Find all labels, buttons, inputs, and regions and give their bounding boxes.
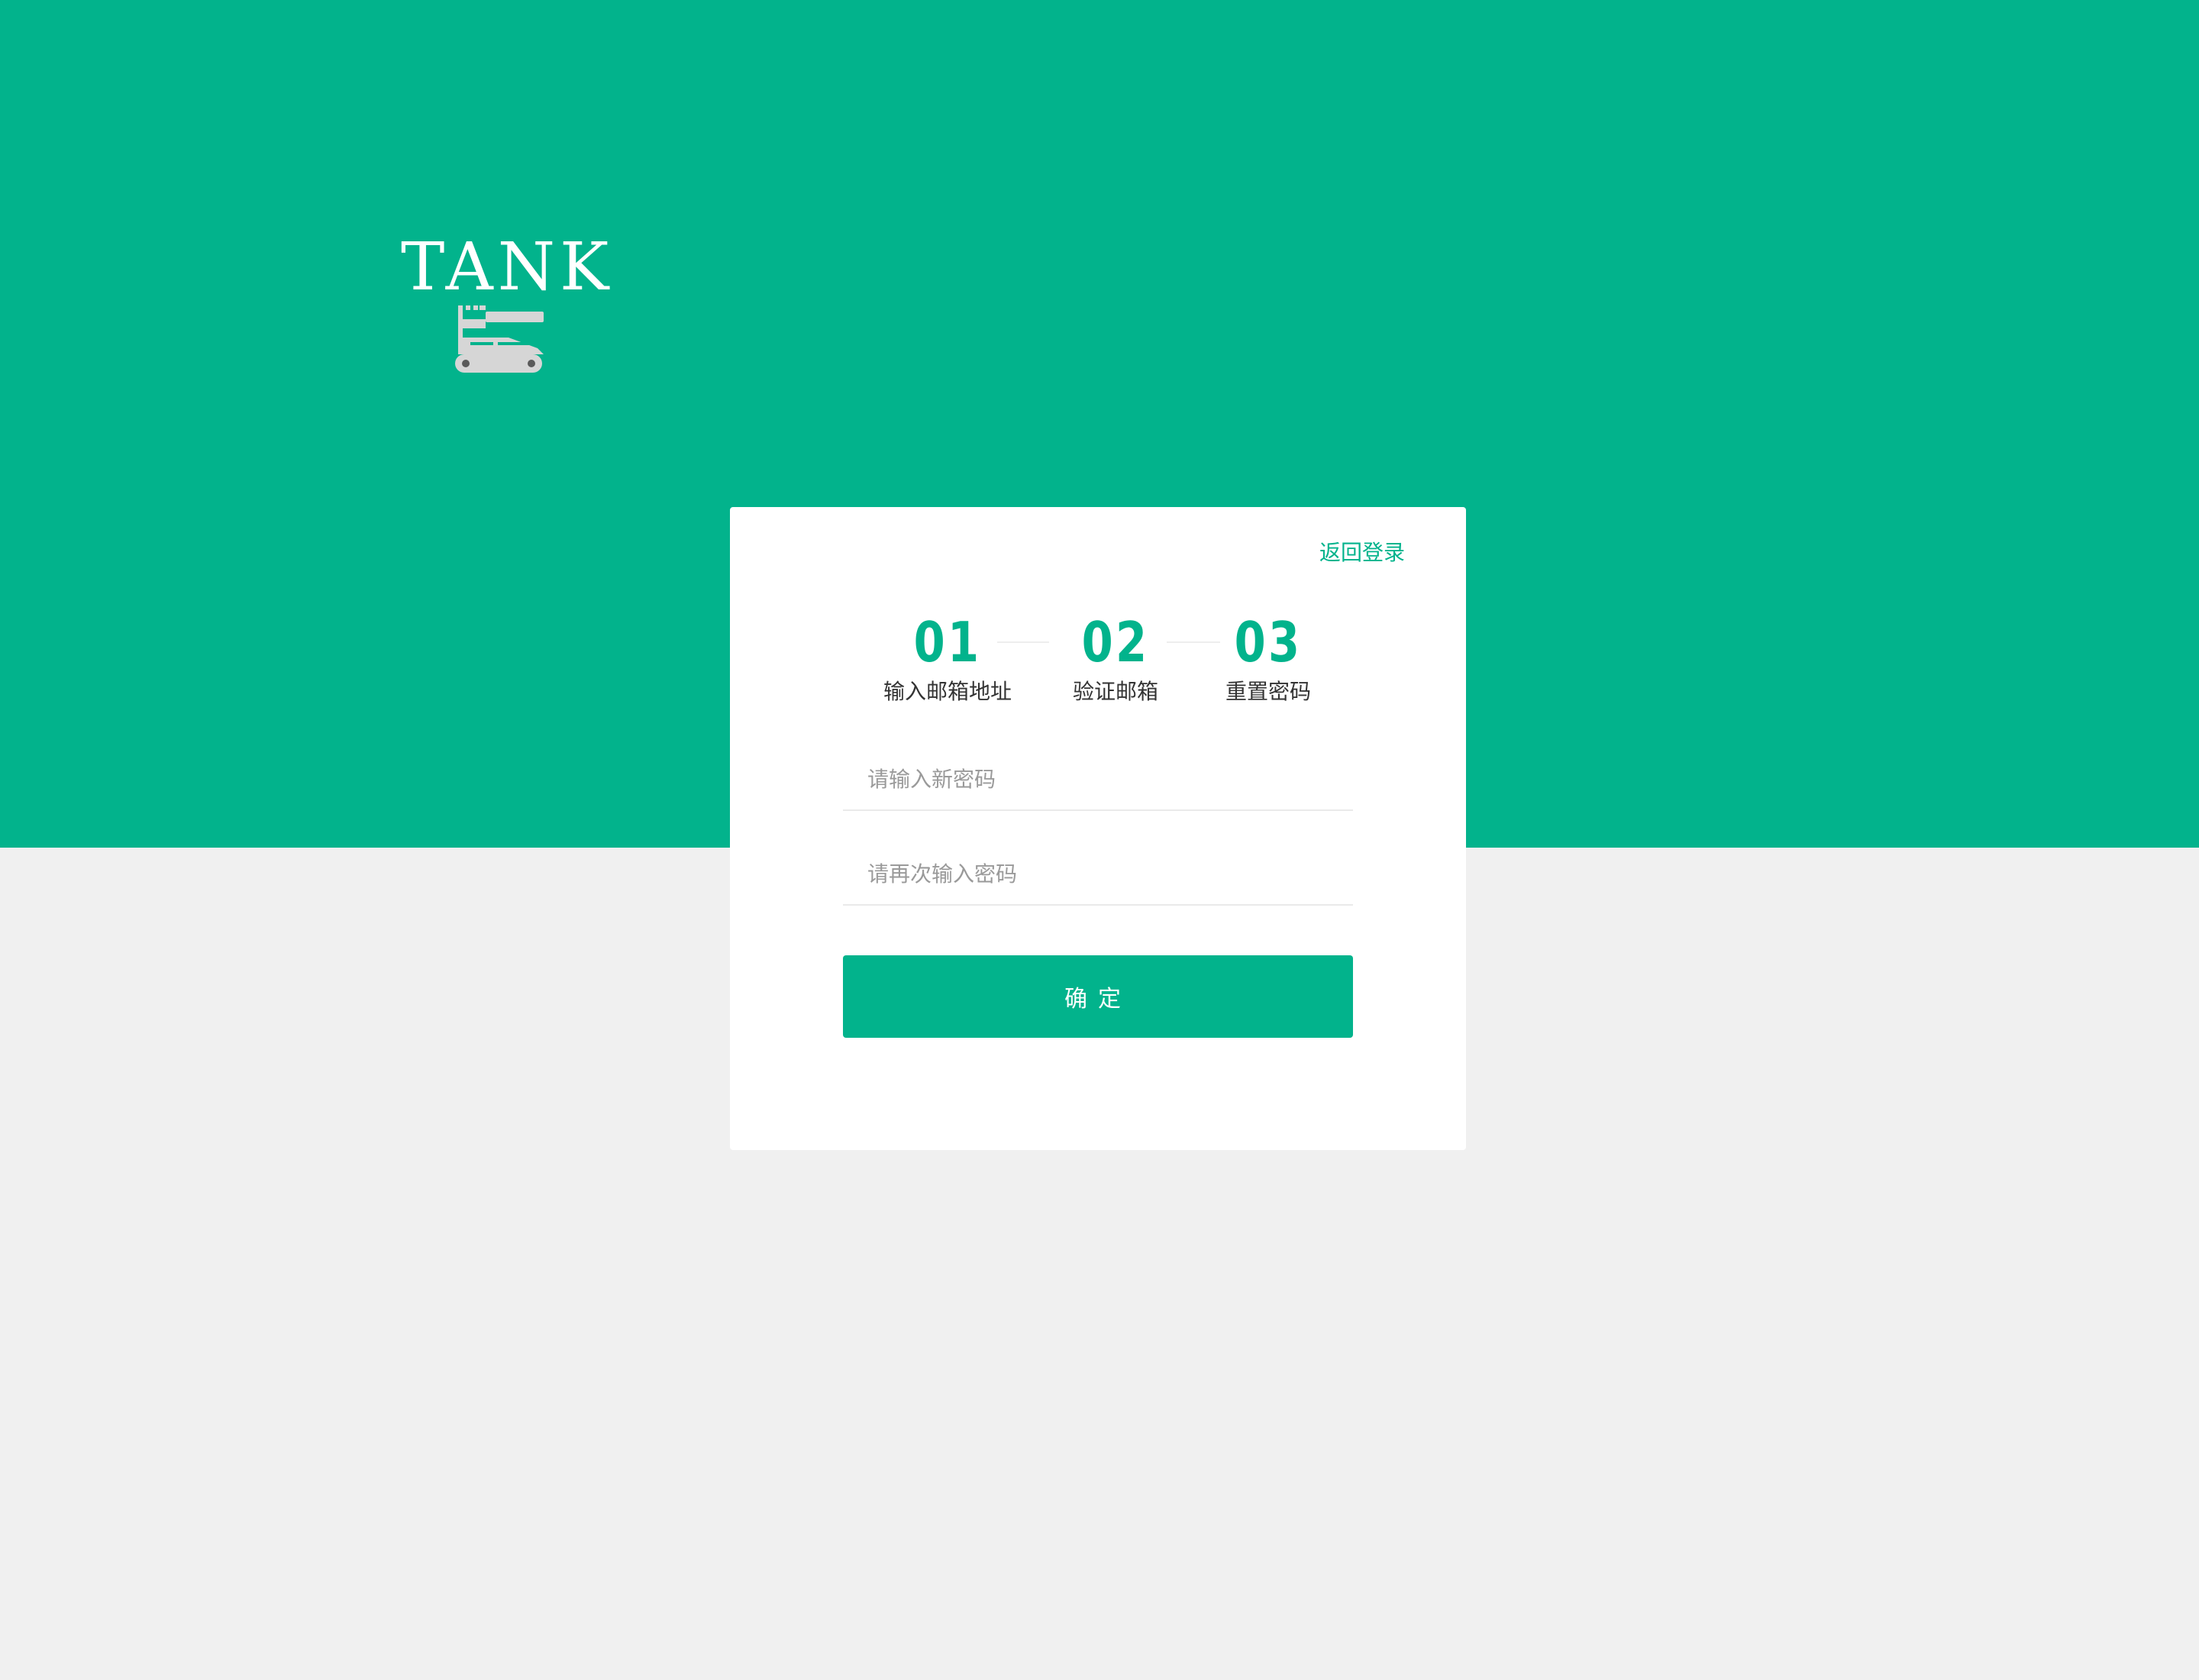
new-password-input[interactable] [843, 748, 1353, 809]
tank-icon [455, 305, 544, 373]
reset-password-page: TANK 返回登录 01 输入邮箱地址 02 验证邮箱 03 重置密码 确定 [0, 0, 2199, 1680]
step-connector [997, 641, 1049, 643]
step-connector [1167, 641, 1220, 643]
step-2-label: 验证邮箱 [1072, 679, 1158, 704]
step-3-label: 重置密码 [1225, 679, 1311, 704]
step-2: 02 验证邮箱 [1066, 612, 1165, 707]
confirm-password-input[interactable] [843, 843, 1353, 904]
brand-name: TANK [401, 229, 614, 305]
step-1-number: 01 [913, 610, 982, 674]
step-3: 03 重置密码 [1219, 612, 1318, 707]
reset-password-card: 返回登录 01 输入邮箱地址 02 验证邮箱 03 重置密码 确定 [730, 507, 1466, 1150]
step-3-number: 03 [1234, 610, 1303, 674]
back-to-login-link[interactable]: 返回登录 [1319, 538, 1405, 568]
step-1-label: 输入邮箱地址 [883, 679, 1012, 704]
confirm-button[interactable]: 确定 [843, 955, 1353, 1038]
new-password-field [843, 748, 1353, 811]
brand-logo: TANK [401, 229, 614, 382]
step-2-number: 02 [1081, 610, 1150, 674]
step-1: 01 输入邮箱地址 [875, 612, 1020, 707]
confirm-password-field [843, 843, 1353, 906]
progress-steps: 01 输入邮箱地址 02 验证邮箱 03 重置密码 [730, 612, 1466, 712]
